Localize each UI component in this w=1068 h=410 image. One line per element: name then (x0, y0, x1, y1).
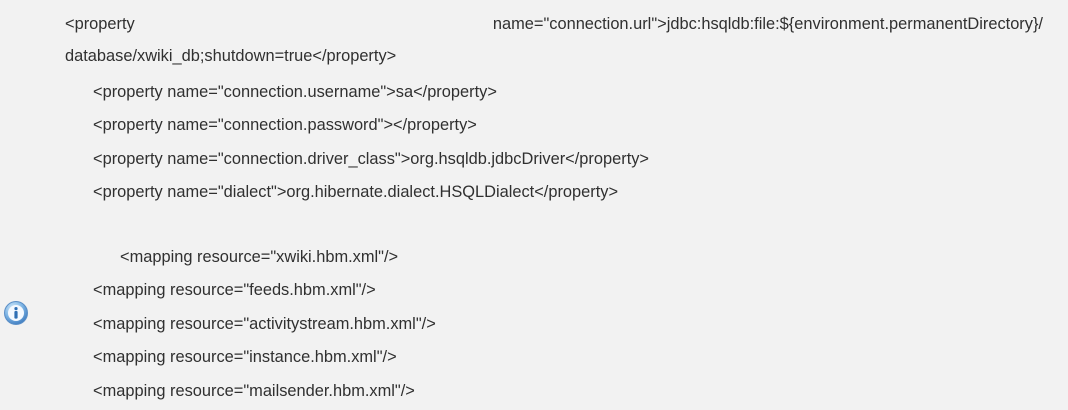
code-line-4: <property name="connection.password"></p… (93, 116, 477, 134)
info-note-panel: { "note": { "icon": "info-icon", "line1_… (0, 0, 1068, 410)
code-line-10: <mapping resource="instance.hbm.xml"/> (93, 348, 397, 366)
code-line-5: <property name="connection.driver_class"… (93, 150, 650, 168)
code-line-8: <mapping resource="feeds.hbm.xml"/> (93, 281, 376, 299)
code-line-1-tag: <property (65, 15, 135, 33)
code-line-11: <mapping resource="mailsender.hbm.xml"/> (93, 382, 415, 400)
info-icon (3, 300, 29, 326)
code-line-2: database/xwiki_db;shutdown=true</propert… (65, 47, 397, 65)
code-line-7: <mapping resource="xwiki.hbm.xml"/> (120, 248, 399, 266)
code-line-3: <property name="connection.username">sa<… (93, 83, 497, 101)
code-line-1: <property name="connection.url">jdbc:hsq… (65, 14, 1043, 34)
code-line-6: <property name="dialect">org.hibernate.d… (93, 183, 619, 201)
code-line-1-rest: name="connection.url">jdbc:hsqldb:file:$… (492, 15, 1043, 33)
code-line-9: <mapping resource="activitystream.hbm.xm… (93, 315, 436, 333)
